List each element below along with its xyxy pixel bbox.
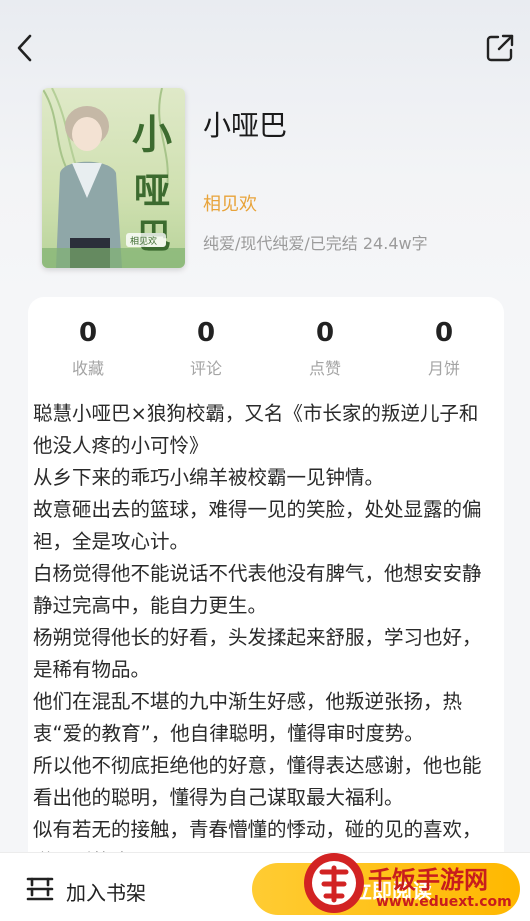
description-line: 从乡下来的乖巧小绵羊被校霸一见钟情。 xyxy=(33,466,385,489)
back-button[interactable] xyxy=(8,28,44,68)
description-line: 所以他不彻底拒绝他的好意，懂得表达感谢，他也能看出他的聪明，懂得为自己谋取最大福… xyxy=(33,754,482,809)
stat-value: 0 xyxy=(196,318,216,348)
book-title: 小哑巴 xyxy=(203,109,288,142)
svg-text:哑: 哑 xyxy=(134,170,170,212)
stat-mooncakes[interactable]: 0 月饼 xyxy=(384,317,504,379)
add-to-shelf-label: 加入书架 xyxy=(66,881,146,905)
stat-favorites[interactable]: 0 收藏 xyxy=(28,317,148,379)
watermark-title: 千饭手游网 xyxy=(368,866,488,894)
stat-value: 0 xyxy=(315,318,335,348)
svg-text:相见欢: 相见欢 xyxy=(130,235,157,247)
book-author[interactable]: 相见欢 xyxy=(203,190,257,216)
description-line: 白杨觉得他不能说话不代表他没有脾气，他想安安静静过完高中，能自力更生。 xyxy=(33,562,482,617)
stat-value: 0 xyxy=(78,318,98,348)
book-cover[interactable]: 小 哑 巴 相见欢 xyxy=(42,88,185,268)
stat-label: 评论 xyxy=(189,359,222,378)
svg-text:小: 小 xyxy=(132,111,172,158)
watermark-url: www.eduext.com xyxy=(376,894,512,910)
stat-label: 月饼 xyxy=(427,359,460,378)
stat-likes[interactable]: 0 点赞 xyxy=(265,317,385,379)
stats-row: 0 收藏 0 评论 0 点赞 0 月饼 xyxy=(28,317,504,387)
stat-label: 点赞 xyxy=(308,359,341,378)
description-line: 他们在混乱不堪的九中渐生好感，他叛逆张扬，热衷“爱的教育”，他自律聪明，懂得审时… xyxy=(33,690,463,745)
stat-value: 0 xyxy=(434,318,454,348)
description-line: 杨朔觉得他长的好看，头发揉起来舒服，学习也好，是稀有物品。 xyxy=(33,626,482,681)
share-button[interactable] xyxy=(482,30,518,66)
stat-label: 收藏 xyxy=(71,359,104,378)
description-line: 聪慧小哑巴×狼狗校霸，又名《市长家的叛逆儿子和他没人疼的小可怜》 xyxy=(33,402,479,457)
book-description: 聪慧小哑巴×狼狗校霸，又名《市长家的叛逆儿子和他没人疼的小可怜》 从乡下来的乖巧… xyxy=(33,398,493,878)
book-meta: 纯爱/现代纯爱/已完结 24.4w字 xyxy=(203,234,428,253)
back-arrow-icon xyxy=(17,34,32,62)
stat-comments[interactable]: 0 评论 xyxy=(146,317,266,379)
share-icon xyxy=(486,34,514,62)
watermark-logo-icon xyxy=(304,853,364,913)
site-watermark: 千饭手游网 www.eduext.com xyxy=(300,846,528,920)
bookshelf-icon xyxy=(26,877,54,901)
book-cover-illustration: 小 哑 巴 相见欢 xyxy=(42,88,185,268)
description-line: 故意砸出去的篮球，难得一见的笑脸，处处显露的偏袒，全是攻心计。 xyxy=(33,498,482,553)
top-bar xyxy=(0,0,530,90)
